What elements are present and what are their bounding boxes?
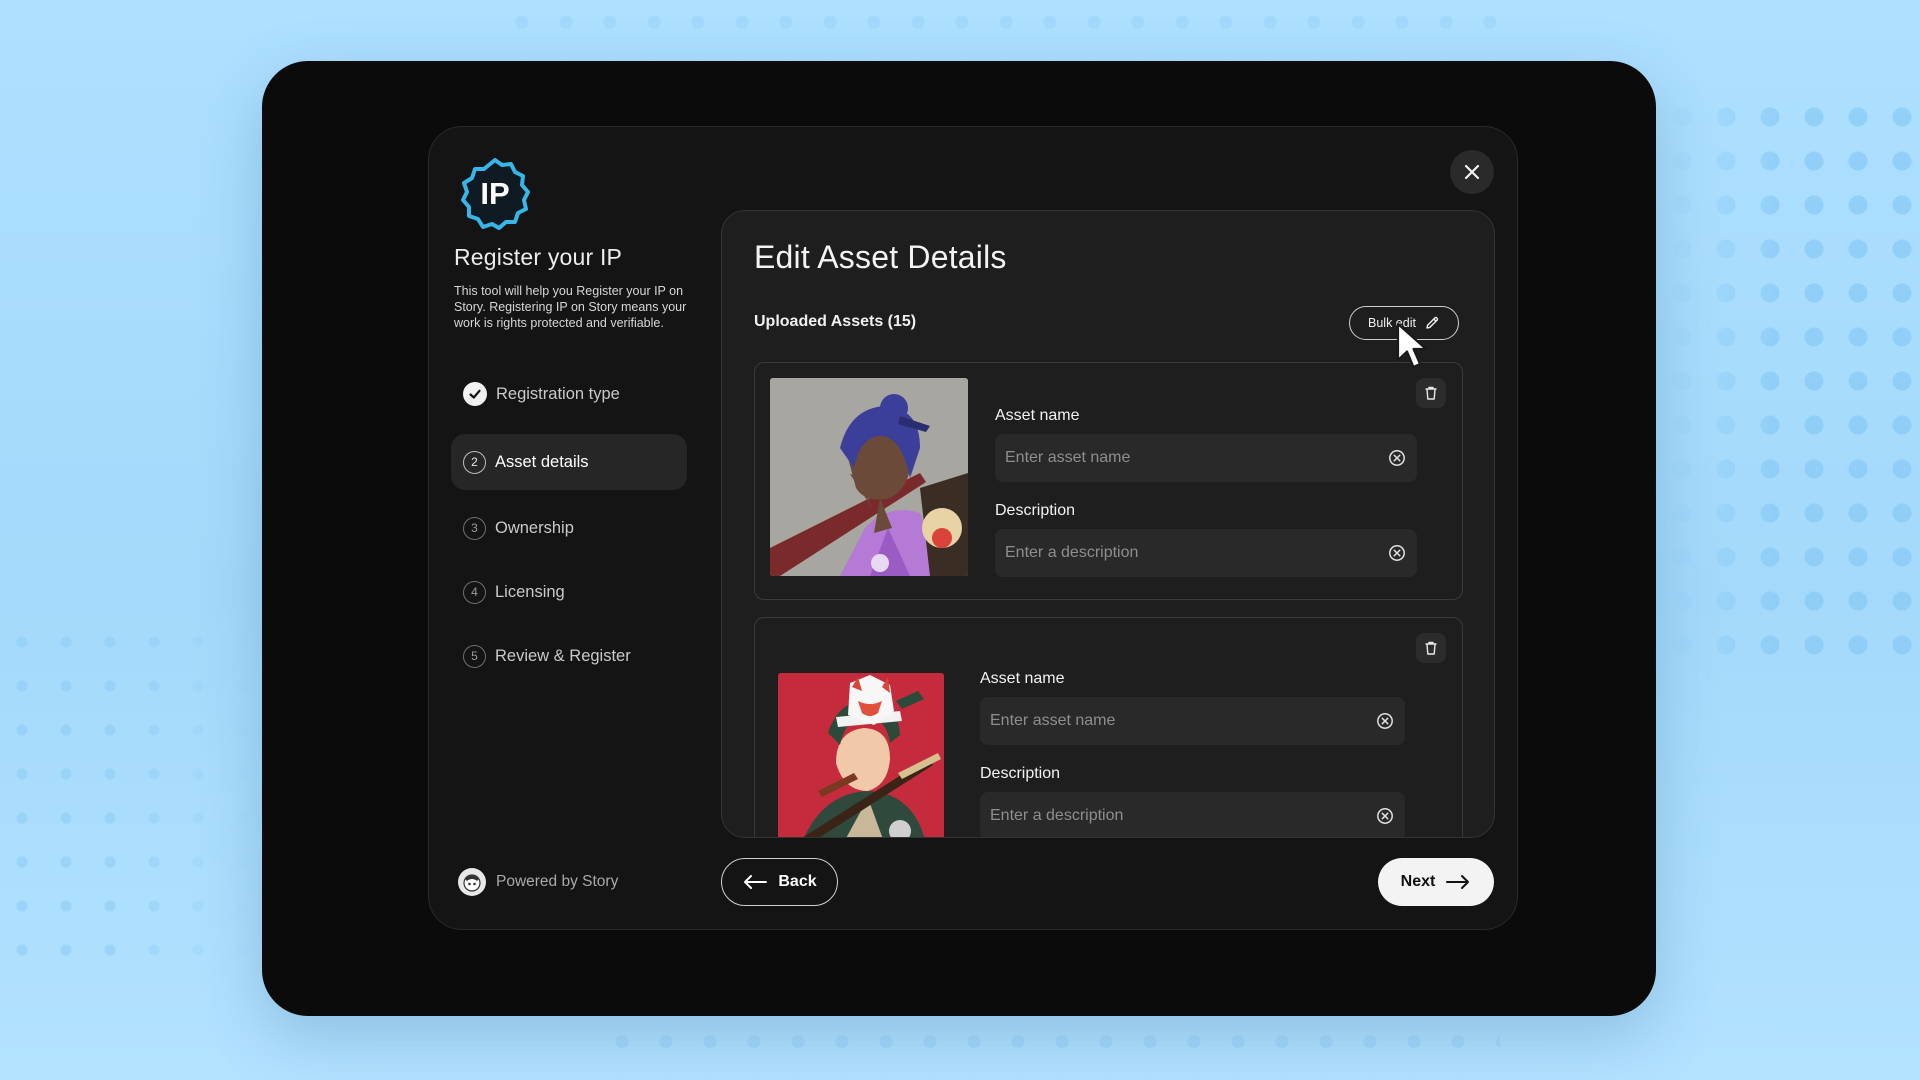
description-label: Description bbox=[980, 765, 1061, 782]
edit-asset-panel[interactable]: Edit Asset Details Uploaded Assets (15) … bbox=[721, 210, 1495, 838]
uploaded-assets-count: Uploaded Assets (15) bbox=[754, 313, 917, 330]
powered-by-label: Powered by Story bbox=[496, 873, 619, 890]
background-dot-pattern bbox=[0, 620, 260, 980]
asset-thumbnail bbox=[778, 673, 944, 837]
trash-icon bbox=[1425, 641, 1437, 655]
step-label: Review & Register bbox=[495, 646, 631, 665]
description-field bbox=[980, 792, 1405, 837]
close-button[interactable] bbox=[1450, 150, 1494, 194]
asset-name-field bbox=[980, 697, 1405, 745]
ip-logo: IP bbox=[457, 156, 533, 232]
step-label: Asset details bbox=[495, 452, 589, 471]
step-number: 3 bbox=[463, 516, 486, 540]
description-field bbox=[995, 529, 1417, 577]
powered-by: Powered by Story bbox=[458, 868, 618, 896]
close-icon bbox=[1464, 164, 1480, 180]
sidebar-title: Register your IP bbox=[454, 244, 623, 270]
step-number: 5 bbox=[463, 644, 486, 668]
back-label: Back bbox=[778, 873, 817, 890]
clear-circle-icon[interactable] bbox=[1375, 711, 1395, 731]
background-dot-pattern bbox=[500, 0, 1500, 60]
step-licensing[interactable]: 4 Licensing bbox=[451, 566, 687, 618]
page-title: Edit Asset Details bbox=[754, 239, 1007, 275]
step-review-register[interactable]: 5 Review & Register bbox=[451, 630, 687, 682]
step-asset-details[interactable]: 2 Asset details bbox=[451, 434, 687, 490]
asset-name-label: Asset name bbox=[995, 407, 1080, 424]
story-avatar-icon bbox=[458, 868, 486, 896]
check-icon bbox=[463, 382, 487, 406]
asset-name-field bbox=[995, 434, 1417, 482]
step-list: Registration type 2 Asset details 3 Owne… bbox=[451, 366, 687, 694]
clear-circle-icon[interactable] bbox=[1387, 448, 1407, 468]
asset-card: Asset name Description bbox=[754, 617, 1463, 837]
asset-name-input[interactable] bbox=[1005, 449, 1387, 467]
step-label: Registration type bbox=[496, 384, 620, 403]
clear-circle-icon[interactable] bbox=[1387, 543, 1407, 563]
svg-text:IP: IP bbox=[480, 176, 509, 211]
step-number: 2 bbox=[463, 450, 486, 474]
step-number: 4 bbox=[463, 580, 486, 604]
background-dot-pattern bbox=[600, 1020, 1500, 1080]
sidebar-description: This tool will help you Register your IP… bbox=[454, 284, 687, 330]
delete-asset-button[interactable] bbox=[1416, 633, 1446, 663]
arrow-right-icon bbox=[1446, 875, 1470, 889]
description-input[interactable] bbox=[1005, 544, 1387, 562]
back-button[interactable]: Back bbox=[721, 858, 838, 906]
background-dot-pattern bbox=[1660, 95, 1920, 655]
step-ownership[interactable]: 3 Ownership bbox=[451, 502, 687, 554]
description-input[interactable] bbox=[990, 807, 1375, 825]
asset-name-input[interactable] bbox=[990, 712, 1375, 730]
next-button[interactable]: Next bbox=[1378, 858, 1494, 906]
delete-asset-button[interactable] bbox=[1416, 378, 1446, 408]
asset-name-label: Asset name bbox=[980, 670, 1065, 687]
clear-circle-icon[interactable] bbox=[1375, 806, 1395, 826]
trash-icon bbox=[1425, 386, 1437, 400]
arrow-left-icon bbox=[744, 875, 768, 889]
step-label: Licensing bbox=[495, 582, 565, 601]
asset-thumbnail bbox=[770, 378, 968, 576]
description-label: Description bbox=[995, 502, 1076, 519]
step-label: Ownership bbox=[495, 518, 574, 537]
step-registration-type[interactable]: Registration type bbox=[451, 366, 687, 422]
mouse-cursor-icon bbox=[1396, 322, 1428, 369]
next-label: Next bbox=[1400, 873, 1436, 890]
asset-card: Asset name Description bbox=[754, 362, 1463, 600]
